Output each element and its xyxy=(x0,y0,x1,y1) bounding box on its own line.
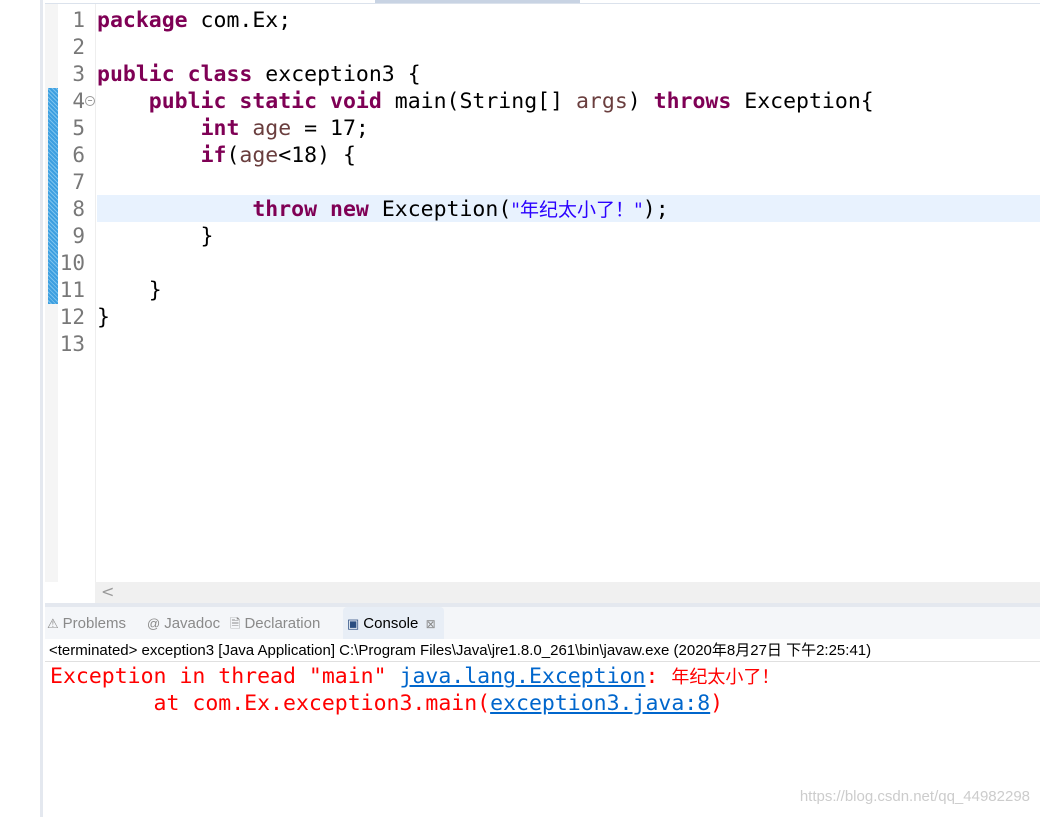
code-token: } xyxy=(97,305,110,330)
console-status: <terminated> exception3 [Java Applicatio… xyxy=(45,639,1040,662)
code-line[interactable]: public static void main(String[] args) t… xyxy=(97,88,874,115)
code-token: Exception{ xyxy=(731,89,874,114)
line-number: 9 xyxy=(72,224,85,248)
code-token: ); xyxy=(642,197,669,222)
close-icon[interactable]: ⊠ xyxy=(422,617,436,631)
declaration-icon: 🗎 xyxy=(230,616,241,631)
line-number: 2 xyxy=(72,35,85,59)
variable: args xyxy=(575,89,628,114)
console-text: ) xyxy=(710,691,724,716)
variable: age xyxy=(239,143,279,168)
code-token: exception3 { xyxy=(252,62,421,87)
code-line[interactable]: public class exception3 { xyxy=(97,61,421,88)
problems-icon: ⚠ xyxy=(47,616,59,631)
tab-label: Problems xyxy=(62,615,127,632)
code-token: ( xyxy=(226,143,240,168)
code-line[interactable]: package com.Ex; xyxy=(97,7,291,34)
line-number: 13 xyxy=(59,332,85,356)
tab-label: Javadoc xyxy=(164,615,221,632)
line-number: 7 xyxy=(72,170,85,194)
variable: age xyxy=(252,116,292,141)
tab-declaration[interactable]: 🗎 Declaration xyxy=(230,607,320,639)
line-number: 5 xyxy=(72,116,85,140)
exception-message: 年纪太小了！ xyxy=(671,667,780,688)
code-line[interactable]: int age = 17; xyxy=(97,115,369,142)
horizontal-scrollbar[interactable]: < xyxy=(95,582,1040,604)
code-line[interactable]: throw new Exception("年纪太小了！"); xyxy=(97,196,669,224)
code-token: <18) { xyxy=(278,143,356,168)
code-token: main(String[] xyxy=(381,89,576,114)
keyword: int xyxy=(200,116,240,141)
keyword: public xyxy=(148,89,227,114)
keyword: throw xyxy=(252,197,318,222)
line-number: 8 xyxy=(72,197,85,221)
code-line[interactable]: if(age<18) { xyxy=(97,142,356,169)
exception-link[interactable]: java.lang.Exception xyxy=(400,664,646,689)
code-token: ) xyxy=(627,89,654,114)
console-text: : xyxy=(645,664,672,689)
tab-javadoc[interactable]: @ Javadoc xyxy=(147,607,220,639)
line-number: 12 xyxy=(59,305,85,329)
console-text: at com.Ex.exception3.main( xyxy=(50,691,491,716)
line-number: 6 xyxy=(72,143,85,167)
keyword: static xyxy=(239,89,318,114)
at-icon: @ xyxy=(147,616,161,631)
tab-problems[interactable]: ⚠ Problems xyxy=(47,607,126,639)
keyword: void xyxy=(330,89,382,114)
keyword: if xyxy=(200,143,227,168)
bottom-panel-tabs: ⚠ Problems @ Javadoc 🗎 Declaration ▣ Console ⊠ xyxy=(45,607,1040,639)
code-line[interactable]: } xyxy=(97,304,110,331)
fold-collapse-icon[interactable]: − xyxy=(85,96,95,106)
source-link[interactable]: exception3.java:8 xyxy=(490,691,710,716)
tab-console[interactable]: ▣ Console ⊠ xyxy=(343,607,444,639)
console-icon: ▣ xyxy=(347,616,360,631)
keyword: throws xyxy=(653,89,732,114)
keyword: new xyxy=(330,197,369,222)
code-token: = 17; xyxy=(291,116,369,141)
code-token: Exception( xyxy=(368,197,512,222)
code-line[interactable]: } xyxy=(97,277,162,304)
line-number: 11 xyxy=(59,278,85,302)
keyword: class xyxy=(187,62,253,87)
scroll-left-icon[interactable]: < xyxy=(101,582,114,601)
code-token: com.Ex; xyxy=(187,8,292,33)
console-line: at com.Ex.exception3.main(exception3.jav… xyxy=(50,690,724,717)
code-editor[interactable]: − 1 package com.Ex; 2 3 public class excepti… xyxy=(45,3,1040,604)
tab-label: Console xyxy=(363,615,419,632)
quick-diff-change-bar xyxy=(48,88,58,304)
tab-label: Declaration xyxy=(244,615,321,632)
line-number: 1 xyxy=(72,8,85,32)
line-number: 4 xyxy=(72,89,85,113)
string-literal: "年纪太小了！" xyxy=(511,199,643,221)
code-token: } xyxy=(97,224,214,249)
keyword: package xyxy=(97,8,188,33)
line-number: 10 xyxy=(59,251,85,275)
watermark: https://blog.csdn.net/qq_44982298 xyxy=(799,788,1030,805)
console-line: Exception in thread "main" java.lang.Exc… xyxy=(50,663,779,691)
code-line[interactable]: } xyxy=(97,223,214,250)
console-text: Exception in thread "main" xyxy=(50,664,400,689)
left-panel xyxy=(0,0,43,817)
keyword: public xyxy=(97,62,175,87)
code-token: } xyxy=(97,278,162,303)
line-number: 3 xyxy=(72,62,85,86)
